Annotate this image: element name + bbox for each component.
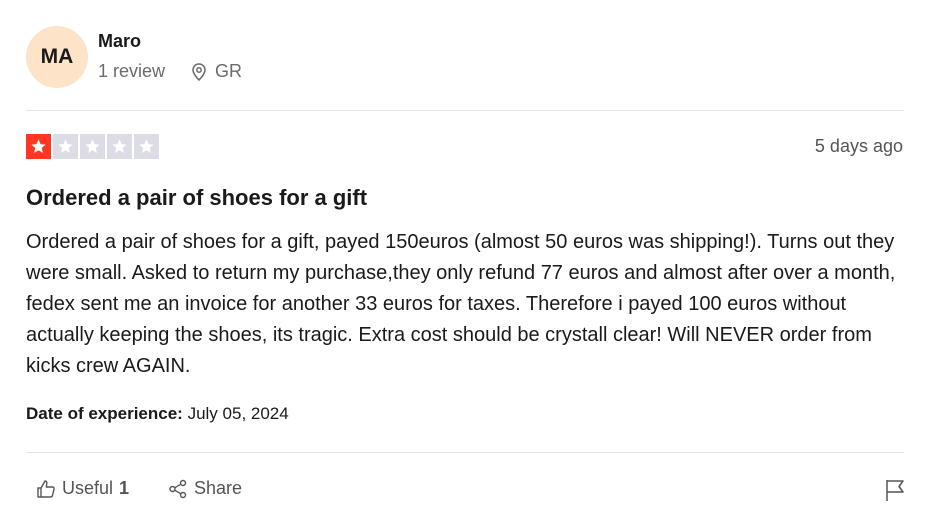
location-label: GR (215, 61, 243, 81)
review-footer: Useful 1 Share (26, 476, 906, 504)
reviewer-meta: 1 review GR (98, 61, 242, 82)
doe-label: Date of experience: (26, 404, 183, 423)
reviewer-name[interactable]: Maro (98, 31, 141, 52)
reviewer-header: MA Maro 1 review GR (26, 26, 906, 88)
star-empty-icon (53, 134, 78, 159)
useful-label: Useful (62, 478, 114, 498)
star-empty-icon (107, 134, 132, 159)
date-of-experience: Date of experience: July 05, 2024 (26, 404, 289, 424)
flag-icon (886, 480, 904, 501)
report-button[interactable] (884, 478, 906, 507)
header-divider (26, 110, 904, 111)
star-rating (26, 134, 159, 159)
review-body: Ordered a pair of shoes for a gift, paye… (26, 231, 896, 377)
map-pin-icon (192, 62, 206, 81)
useful-button[interactable]: Useful 1 (36, 478, 129, 499)
share-label: Share (194, 478, 243, 498)
review-date: 5 days ago (814, 136, 903, 156)
share-icon (169, 479, 187, 498)
share-button[interactable]: Share (168, 478, 242, 499)
useful-count: 1 (119, 478, 130, 498)
star-empty-icon (80, 134, 105, 159)
reviewer-location: GR (189, 61, 242, 82)
review-title[interactable]: Ordered a pair of shoes for a gift (26, 185, 367, 211)
avatar[interactable]: MA (26, 26, 88, 88)
doe-value: July 05, 2024 (187, 404, 289, 423)
review-count: 1 review (98, 61, 166, 81)
thumbs-up-icon (37, 479, 55, 498)
star-filled-icon (26, 134, 51, 159)
star-empty-icon (134, 134, 159, 159)
footer-divider (26, 452, 904, 453)
